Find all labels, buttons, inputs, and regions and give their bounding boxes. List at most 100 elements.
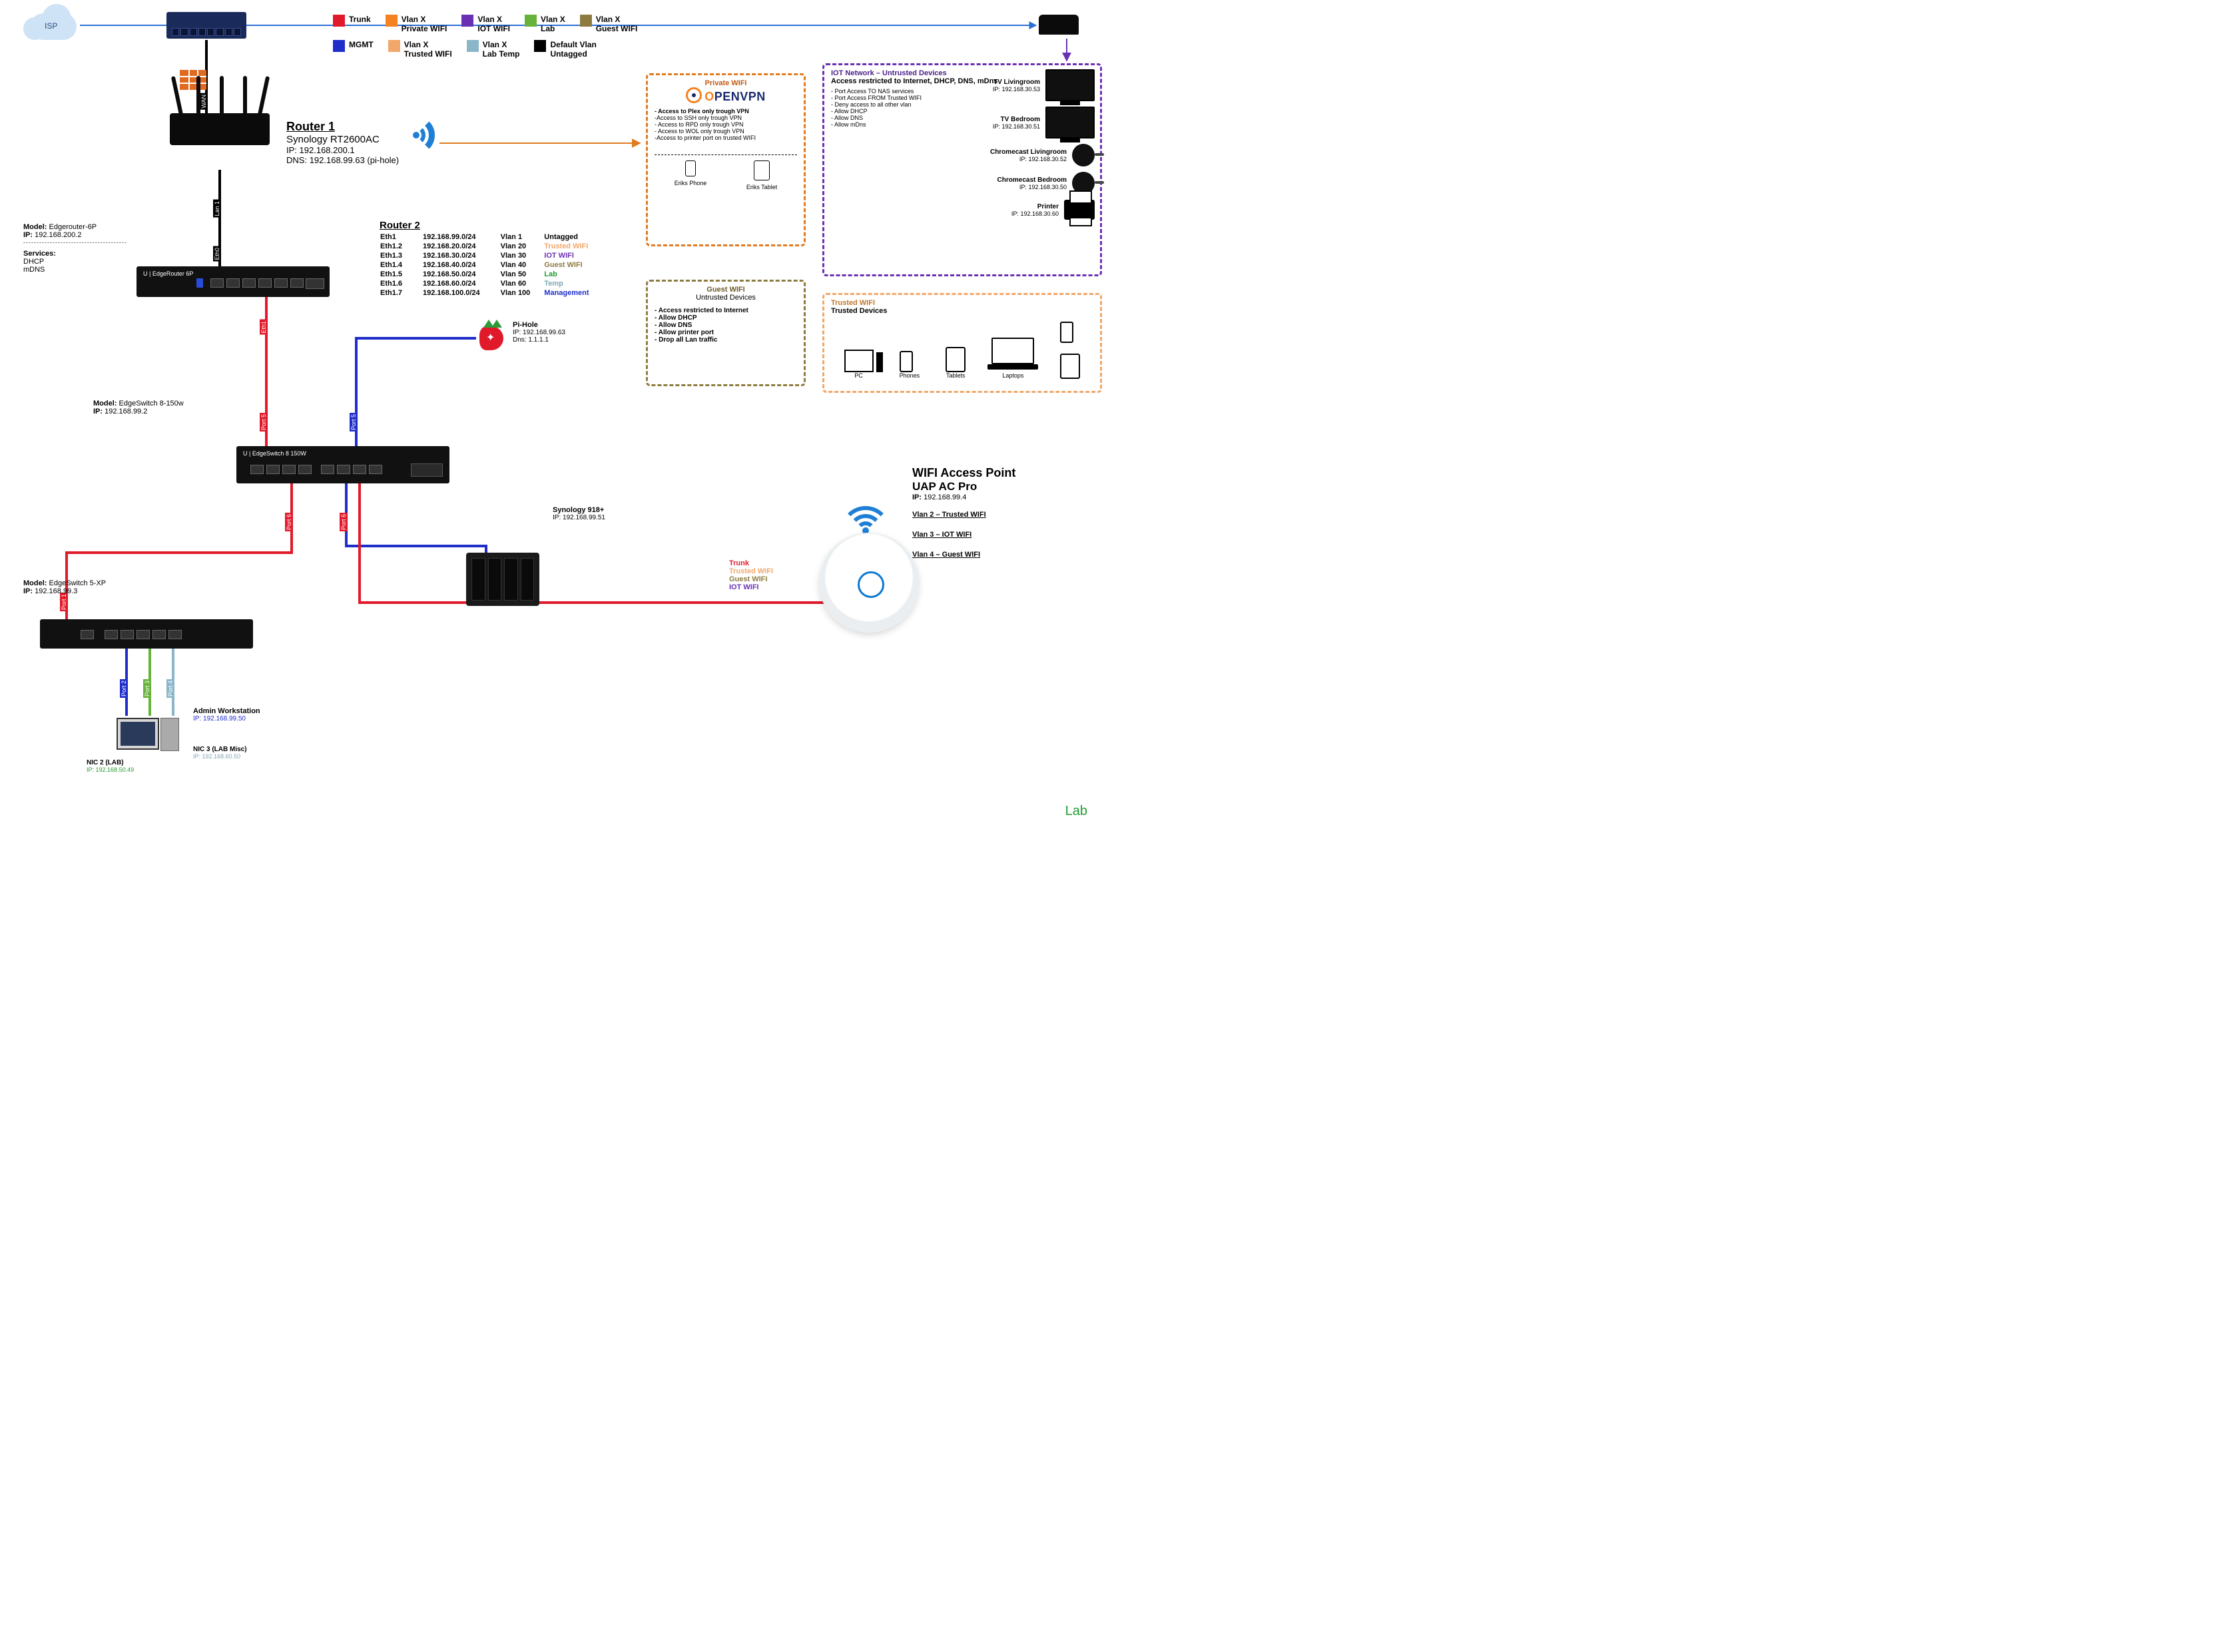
isp-label: ISP — [45, 21, 57, 31]
zone-guest-wifi: Guest WIFI Untrusted Devices - Access re… — [646, 280, 806, 386]
trusted-device: Laptops — [991, 338, 1034, 379]
phone-icon — [1060, 322, 1073, 343]
cable-label-port3: Port 3 — [143, 679, 151, 698]
cable-label-port2: Port 2 — [120, 679, 128, 698]
phone-icon — [900, 351, 913, 372]
rule-item: - Drop all Lan traffic — [655, 336, 797, 344]
cable-label-port6b: Port 6 — [340, 513, 348, 531]
cable-label-wan: WAN — [200, 93, 208, 110]
workstation-info: Admin Workstation IP: 192.168.99.50 — [193, 707, 260, 722]
trusted-device: Phones — [900, 351, 920, 379]
rule-item: - Access to WOL only trough VPN — [655, 128, 797, 135]
chromecast-icon — [1072, 144, 1095, 166]
ap-icon — [819, 533, 919, 633]
zone-trusted-subtitle: Trusted Devices — [831, 307, 1093, 315]
ap-trunk-legend: Trunk Trusted WIFI Guest WIFI IOT WIFI — [729, 559, 773, 591]
pihole-info: Pi-Hole IP: 192.168.99.63 Dns: 1.1.1.1 — [513, 321, 606, 344]
legend-item: Vlan X Lab — [525, 15, 565, 33]
tv-icon — [1045, 69, 1095, 101]
footer-lab: Lab — [1065, 804, 1087, 819]
rule-item: - Access to Plex only trough VPN — [655, 108, 797, 115]
pc-icon — [844, 350, 874, 372]
cable-label-eth0: Eth0 — [213, 246, 221, 262]
vlan-legend: Trunk Vlan X Private WIFI Vlan X IOT WIF… — [333, 15, 666, 59]
cable-label-port4: Port 4 — [166, 679, 174, 698]
zone-trusted: Trusted WIFI Trusted Devices PC Phones T… — [822, 293, 1102, 393]
phone-icon — [685, 160, 696, 176]
router2-row: Eth1.5192.168.50.0/24Vlan 50Lab — [380, 270, 590, 279]
modem-icon — [1039, 15, 1079, 35]
isp-cloud: ISP — [30, 13, 77, 40]
trusted-extra-devices — [1060, 322, 1080, 379]
workstation-nic3: NIC 3 (LAB Misc) IP: 192.168.60.50 — [193, 746, 247, 760]
workstation-nic2: NIC 2 (LAB) IP: 192.168.50.49 — [87, 759, 134, 773]
laptop-icon — [991, 338, 1034, 364]
rule-item: - Access restricted to Internet — [655, 307, 797, 314]
zone-iot: IOT Network – Untrusted Devices Access r… — [822, 63, 1102, 276]
router2-row: Eth1.7192.168.100.0/24Vlan 100Management — [380, 288, 590, 298]
workstation-icon — [117, 718, 159, 750]
trusted-device: Tablets — [946, 347, 966, 379]
tablet-icon — [754, 160, 770, 180]
synology-nas-info: Synology 918+ IP: 192.168.99.51 — [553, 506, 605, 521]
legend-item: Vlan X Guest WIFI — [580, 15, 638, 33]
tablet-icon — [946, 347, 966, 372]
router2-table: Router 2 Eth1192.168.99.0/24Vlan 1Untagg… — [380, 220, 659, 298]
rule-item: - Access to RPD only trough VPN — [655, 121, 797, 128]
iot-device: TV Livingroom IP: 192.168.30.53 — [968, 69, 1095, 101]
edgeswitch8-icon: U | EdgeSwitch 8 150W — [236, 446, 449, 483]
cable-label-port1: Port 1 — [60, 593, 68, 611]
edgeswitch5-icon — [40, 619, 253, 649]
tv-icon — [1045, 107, 1095, 138]
firewall-icon — [180, 70, 206, 90]
openvpn-logo: OPENVPN — [655, 87, 797, 104]
cable-label-port5b: Port 5 — [350, 413, 358, 431]
zone-trusted-title: Trusted WIFI — [831, 299, 1093, 307]
router1-icon — [170, 113, 270, 145]
zone-private-title: Private WIFI — [655, 79, 797, 87]
legend-item: Trunk — [333, 15, 371, 33]
synology-nas-icon — [466, 553, 539, 606]
rule-item: - Allow DHCP — [655, 314, 797, 322]
trusted-device: PC — [844, 350, 874, 379]
rule-item: - Allow DNS — [655, 322, 797, 329]
wifi-icon — [416, 119, 435, 151]
zone-guest-title: Guest WIFI — [655, 286, 797, 294]
rule-item: -Access to SSH only trough VPN — [655, 115, 797, 121]
router2-row: Eth1.2192.168.20.0/24Vlan 20Trusted WIFI — [380, 242, 590, 251]
zone-private-wifi: Private WIFI OPENVPN - Access to Plex on… — [646, 73, 806, 246]
netgear-switch-icon — [166, 12, 246, 39]
edgerouter-icon: U | EdgeRouter 6P — [137, 266, 330, 297]
zone-guest-subtitle: Untrusted Devices — [655, 294, 797, 302]
edgeswitch5-info: Model: EdgeSwitch 5-XP IP: 192.168.99.3 — [23, 579, 106, 595]
router2-row: Eth1192.168.99.0/24Vlan 1Untagged — [380, 232, 590, 242]
edgerouter-info: Model: Edgerouter-6P IP: 192.168.200.2 -… — [23, 223, 156, 274]
router2-title: Router 2 — [380, 220, 659, 231]
rule-item: -Access to printer port on trusted WIFI — [655, 135, 797, 141]
cable-label-eth1: Eth1 — [260, 320, 268, 335]
cable-label-port5a: Port 5 — [260, 413, 268, 431]
edgeswitch8-info: Model: EdgeSwitch 8-150w IP: 192.168.99.… — [93, 400, 184, 415]
device-phone: Eriks Phone — [675, 160, 707, 190]
cable-label-lan1: Lan 1 — [213, 200, 221, 218]
ap-wifi-icon — [839, 499, 892, 531]
printer-icon — [1064, 200, 1095, 220]
iot-device: Printer IP: 192.168.30.60 — [968, 200, 1095, 220]
pihole-icon: ✦ — [479, 326, 503, 350]
legend-item: Vlan X IOT WIFI — [461, 15, 510, 33]
legend-item: Vlan X Trusted WIFI — [388, 40, 452, 59]
router2-row: Eth1.6192.168.60.0/24Vlan 60Temp — [380, 279, 590, 288]
router2-row: Eth1.3192.168.30.0/24Vlan 30IOT WIFI — [380, 251, 590, 260]
ap-info: WIFI Access Point UAP AC Pro IP: 192.168… — [912, 466, 1085, 559]
legend-item: Vlan X Lab Temp — [467, 40, 520, 59]
tablet-icon — [1060, 354, 1080, 379]
legend-item: MGMT — [333, 40, 374, 59]
rule-item: - Allow printer port — [655, 329, 797, 336]
device-tablet: Eriks Tablet — [746, 160, 777, 190]
iot-device: Chromecast Livingroom IP: 192.168.30.52 — [968, 144, 1095, 166]
legend-item: Default Vlan Untagged — [534, 40, 596, 59]
iot-device: TV Bedroom IP: 192.168.30.51 — [968, 107, 1095, 138]
router2-row: Eth1.4192.168.40.0/24Vlan 40Guest WIFI — [380, 260, 590, 270]
cable-label-port6a: Port 6 — [285, 513, 293, 531]
legend-item: Vlan X Private WIFI — [386, 15, 447, 33]
